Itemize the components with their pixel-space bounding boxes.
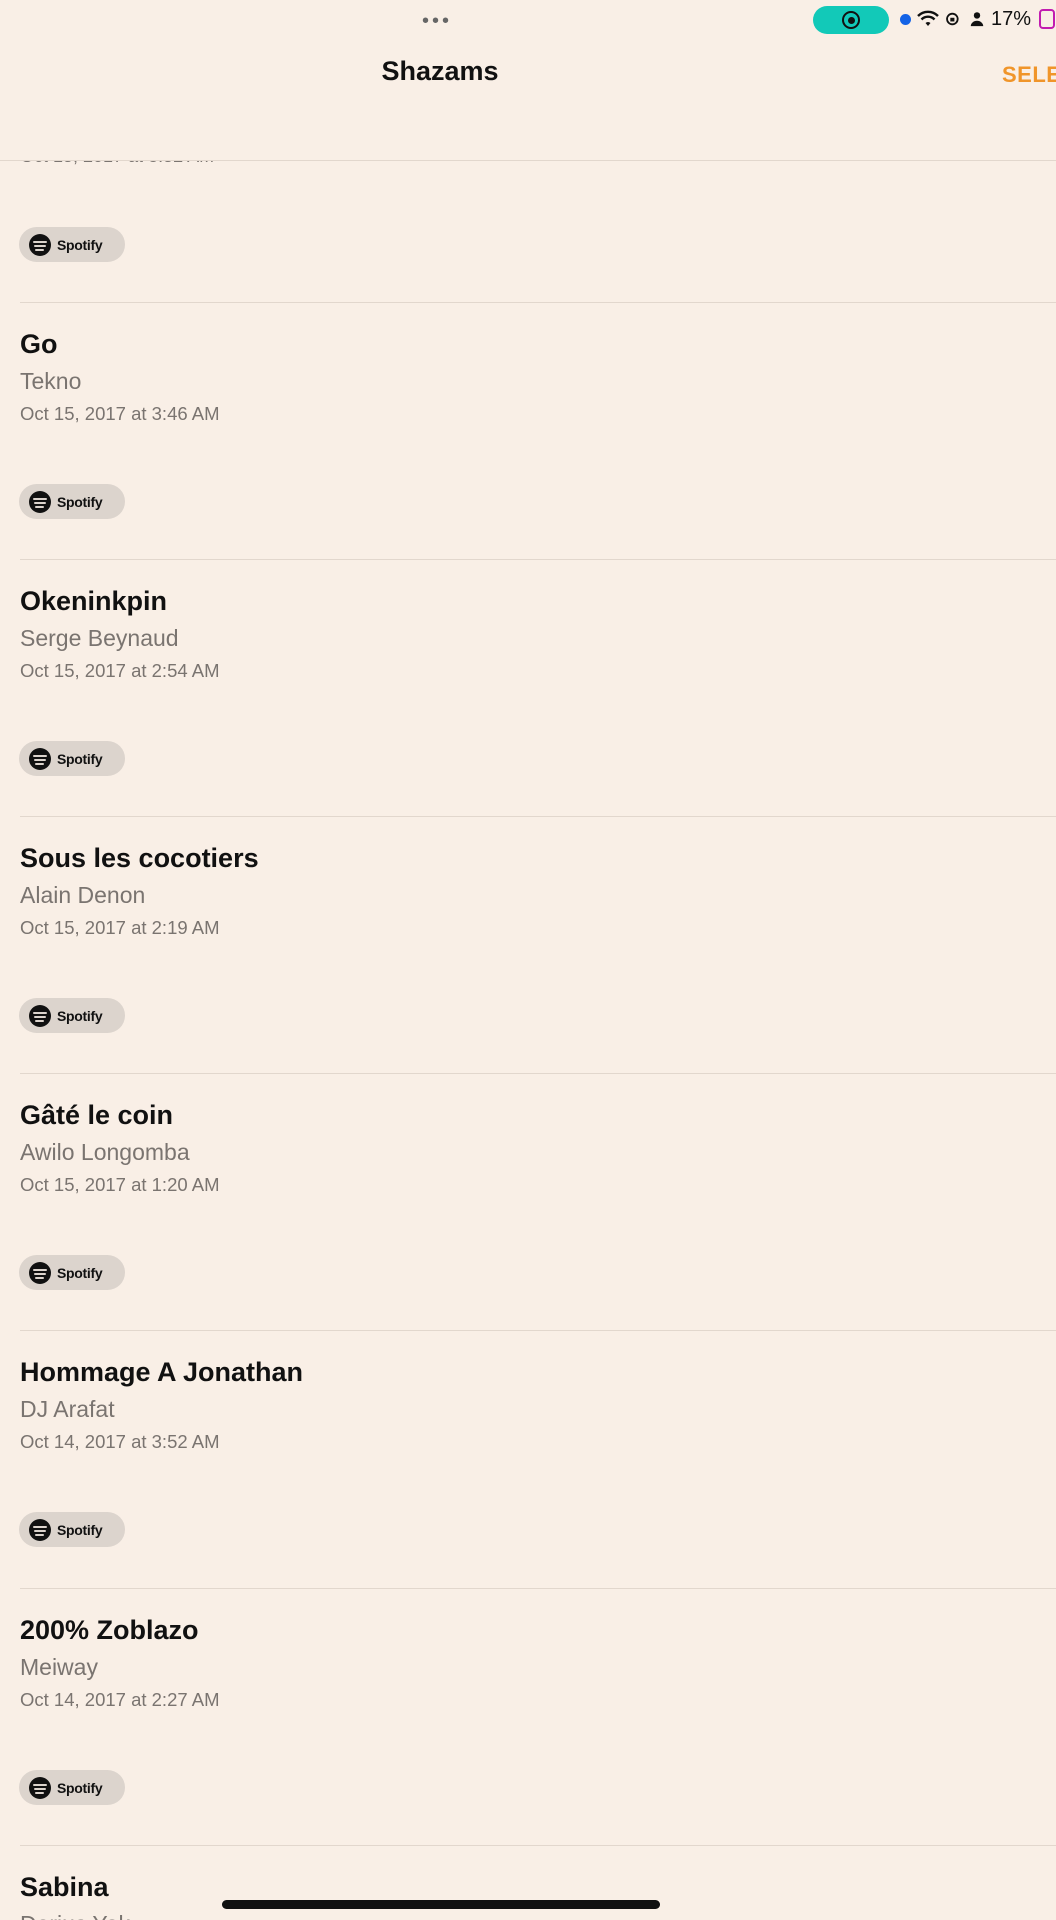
spotify-icon	[29, 1004, 51, 1027]
status-bar: ••• 17%	[0, 0, 1056, 40]
spotify-button-label: Spotify	[57, 1779, 103, 1796]
spotify-button-label: Spotify	[57, 1264, 103, 1281]
divider	[20, 1330, 1056, 1331]
divider	[20, 302, 1056, 303]
divider	[20, 559, 1056, 560]
screen-recording-indicator[interactable]	[813, 6, 889, 34]
spotify-button-label: Spotify	[57, 1007, 103, 1024]
divider	[20, 1845, 1056, 1846]
song-date: Oct 15, 2017 at 1:20 AM	[20, 1174, 220, 1195]
battery-percentage: 17%	[991, 7, 1032, 30]
shazams-screen: ••• 17% Shazams SELE Spotify Go Tekno Oc…	[0, 0, 1056, 1920]
song-date: Oct 15, 2017 at 2:19 AM	[20, 917, 220, 938]
spotify-icon	[29, 1261, 51, 1284]
list-item[interactable]: Hommage A Jonathan DJ Arafat Oct 14, 201…	[0, 1330, 1056, 1587]
song-artist: Tekno	[20, 368, 82, 394]
song-artist: Serge Beynaud	[20, 625, 179, 651]
list-item[interactable]: Okeninkpin Serge Beynaud Oct 15, 2017 at…	[0, 559, 1056, 816]
status-icons: 17%	[900, 7, 1056, 31]
spotify-button[interactable]: Spotify	[19, 1512, 125, 1547]
orientation-lock-icon	[946, 12, 959, 26]
song-date: Oct 14, 2017 at 2:27 AM	[20, 1689, 220, 1710]
divider	[20, 1588, 1056, 1589]
person-icon	[970, 12, 984, 27]
spotify-button[interactable]: Spotify	[19, 1770, 125, 1805]
list-item[interactable]: Sous les cocotiers Alain Denon Oct 15, 2…	[0, 816, 1056, 1073]
spotify-button-label: Spotify	[57, 1521, 103, 1538]
divider	[20, 816, 1056, 817]
spotify-button[interactable]: Spotify	[19, 227, 125, 262]
spotify-icon	[29, 1518, 51, 1541]
wifi-icon	[917, 10, 939, 26]
song-title: Okeninkpin	[20, 586, 168, 616]
spotify-icon	[29, 1776, 51, 1799]
song-artist: DJ Arafat	[20, 1396, 115, 1422]
song-artist: Darius Yok	[20, 1911, 130, 1920]
multitasking-dots[interactable]: •••	[422, 10, 452, 33]
list-item[interactable]: Go Tekno Oct 15, 2017 at 3:46 AM Spotify	[0, 302, 1056, 559]
list-item[interactable]: Gâté le coin Awilo Longomba Oct 15, 2017…	[0, 1073, 1056, 1330]
record-icon	[842, 11, 860, 29]
spotify-button[interactable]: Spotify	[19, 741, 125, 776]
page-title: Shazams	[381, 56, 499, 86]
song-artist: Meiway	[20, 1654, 98, 1680]
spotify-button-label: Spotify	[57, 236, 103, 253]
spotify-button-label: Spotify	[57, 750, 103, 767]
spotify-button[interactable]: Spotify	[19, 998, 125, 1033]
battery-icon	[1039, 9, 1056, 29]
home-indicator[interactable]	[222, 1900, 660, 1909]
song-date: Oct 15, 2017 at 2:54 AM	[20, 660, 220, 681]
spotify-button[interactable]: Spotify	[19, 484, 125, 519]
spotify-icon	[29, 747, 51, 770]
spotify-icon	[29, 233, 51, 256]
song-title: 200% Zoblazo	[20, 1615, 199, 1645]
song-title: Sabina	[20, 1872, 109, 1902]
navigation-bar: Shazams SELE	[0, 40, 1056, 161]
spotify-button-label: Spotify	[57, 493, 103, 510]
spotify-icon	[29, 490, 51, 513]
location-dot-icon	[900, 13, 911, 25]
song-date: Oct 15, 2017 at 3:46 AM	[20, 403, 220, 424]
song-title: Sous les cocotiers	[20, 843, 259, 873]
list-item[interactable]: 200% Zoblazo Meiway Oct 14, 2017 at 2:27…	[0, 1588, 1056, 1845]
spotify-button[interactable]: Spotify	[19, 1255, 125, 1290]
song-artist: Awilo Longomba	[20, 1139, 190, 1165]
song-title: Go	[20, 329, 58, 359]
song-artist: Alain Denon	[20, 882, 146, 908]
song-title: Gâté le coin	[20, 1100, 174, 1130]
song-date: Oct 14, 2017 at 3:52 AM	[20, 1431, 220, 1452]
divider	[20, 1073, 1056, 1074]
select-button[interactable]: SELE	[1002, 62, 1056, 88]
song-title: Hommage A Jonathan	[20, 1357, 304, 1387]
